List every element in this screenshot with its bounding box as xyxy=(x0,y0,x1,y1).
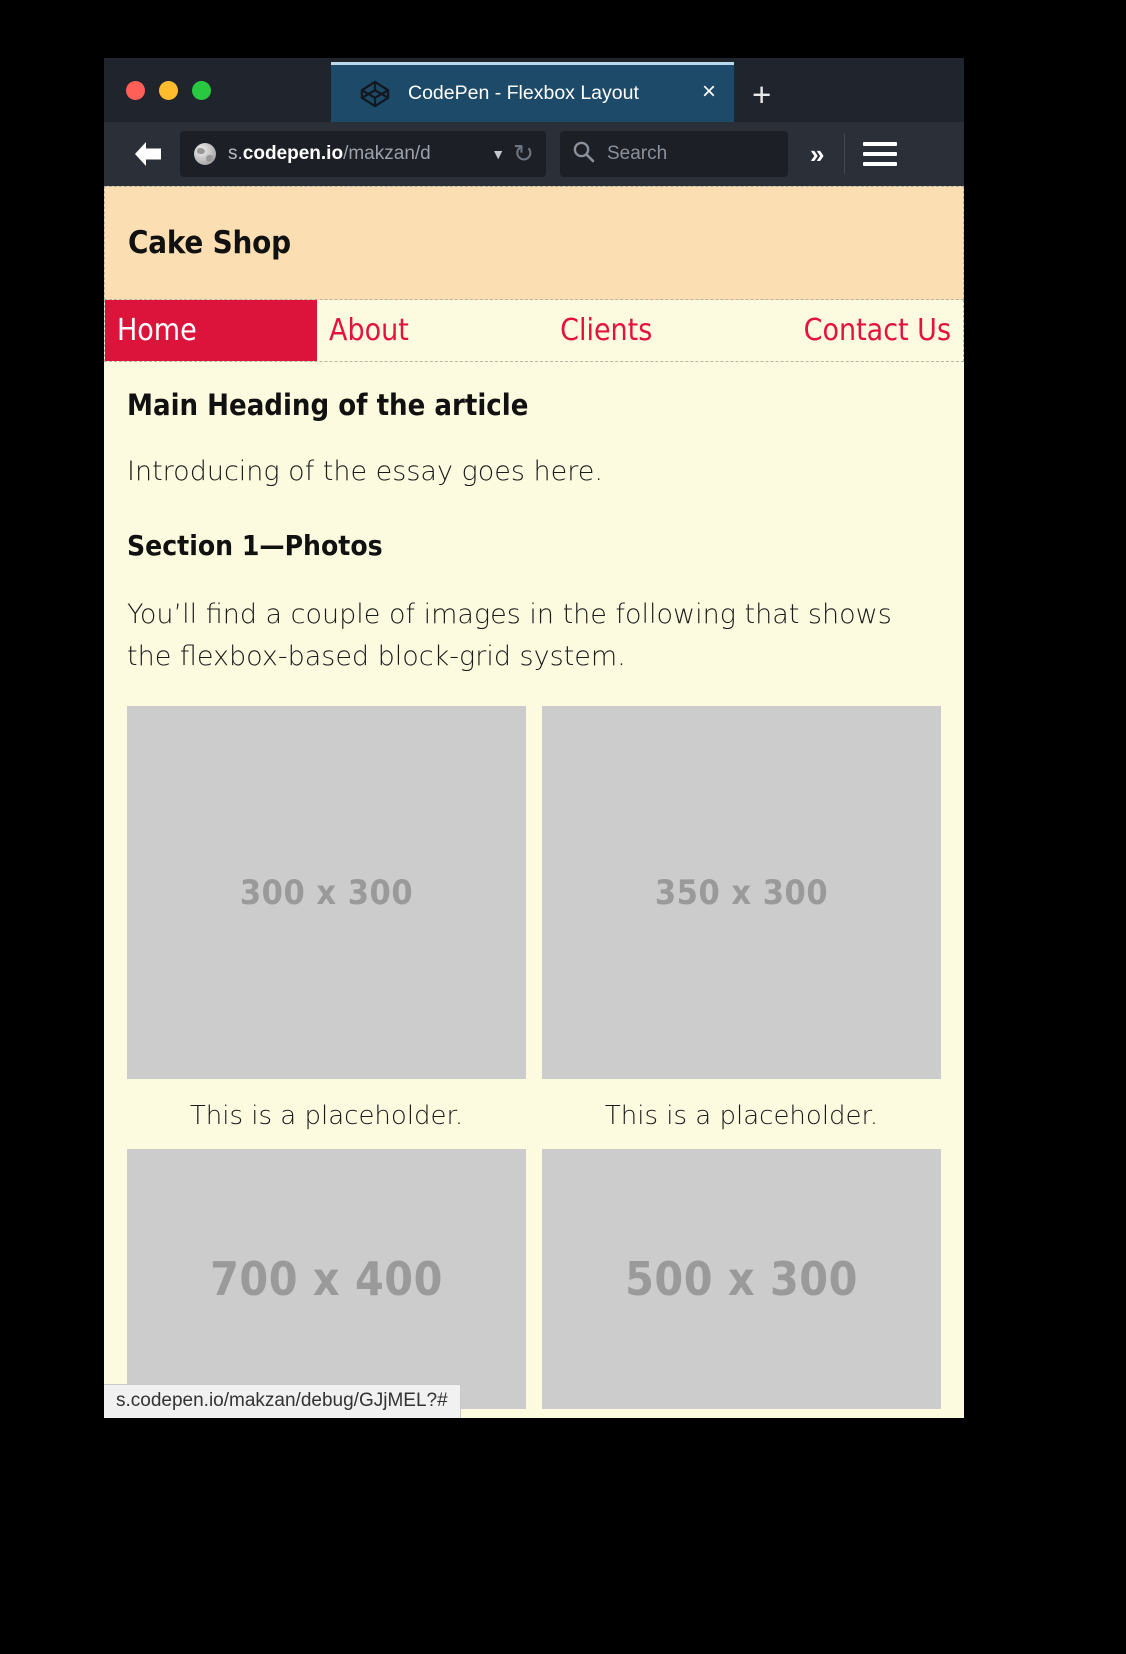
photo-placeholder[interactable]: 350 x 300 xyxy=(542,706,941,1080)
nav-item-home[interactable]: Home xyxy=(105,300,317,361)
browser-window: CodePen - Flexbox Layout × + s.codepen.i… xyxy=(104,58,964,1418)
window-close-button[interactable] xyxy=(126,80,145,100)
photo-cell: 500 x 300 xyxy=(534,1149,949,1410)
address-bar-url: s.codepen.io/makzan/d xyxy=(228,143,487,165)
back-arrow-icon[interactable] xyxy=(122,131,174,177)
window-traffic-lights xyxy=(104,58,229,122)
nav-item-about[interactable]: About xyxy=(317,300,421,361)
hamburger-menu-icon[interactable] xyxy=(863,142,898,166)
site-navigation: Home About Clients Contact Us xyxy=(104,300,964,362)
url-path: /makzan/d xyxy=(343,143,431,164)
window-maximize-button[interactable] xyxy=(192,80,211,100)
status-bar-link-preview: s.codepen.io/makzan/debug/GJjMEL?# xyxy=(104,1384,461,1418)
photo-placeholder[interactable]: 500 x 300 xyxy=(542,1149,941,1410)
section-paragraph: You’ll find a couple of images in the fo… xyxy=(127,599,892,673)
section-heading: Section 1—Photos xyxy=(127,529,383,562)
toolbar-divider xyxy=(844,134,846,174)
chevron-down-icon[interactable]: ▼ xyxy=(491,146,505,162)
search-placeholder-text: Search xyxy=(607,143,668,164)
nav-item-clients[interactable]: Clients xyxy=(548,300,664,361)
nav-spacer xyxy=(664,300,791,361)
photo-placeholder[interactable]: 300 x 300 xyxy=(127,706,526,1080)
site-title: Cake Shop xyxy=(128,225,291,261)
photo-placeholder-label: 350 x 300 xyxy=(654,872,829,913)
browser-tab-title: CodePen - Flexbox Layout xyxy=(408,82,639,104)
window-minimize-button[interactable] xyxy=(159,80,178,100)
url-host: codepen.io xyxy=(242,143,344,164)
intro-paragraph: Introducing of the essay goes here. xyxy=(127,456,603,487)
new-tab-button[interactable]: + xyxy=(752,78,771,111)
photo-cell: 700 x 400 xyxy=(119,1149,534,1410)
codepen-logo-icon xyxy=(360,79,390,109)
search-input[interactable]: Search xyxy=(560,131,788,177)
reload-icon[interactable]: ↻ xyxy=(513,141,536,167)
hamburger-bar xyxy=(863,162,898,166)
article-content: Main Heading of the article Introducing … xyxy=(104,362,964,1410)
search-icon xyxy=(572,140,595,168)
photo-placeholder[interactable]: 700 x 400 xyxy=(127,1149,526,1410)
photo-caption: This is a placeholder. xyxy=(189,1101,464,1132)
photo-cell: 350 x 300 This is a placeholder. xyxy=(534,706,949,1149)
photo-placeholder-label: 500 x 300 xyxy=(625,1252,858,1307)
tab-close-icon[interactable]: × xyxy=(696,79,722,108)
tab-strip: CodePen - Flexbox Layout × + xyxy=(104,58,964,122)
globe-icon xyxy=(194,143,216,165)
photo-placeholder-label: 300 x 300 xyxy=(239,872,414,913)
site-header: Cake Shop xyxy=(104,186,964,300)
photo-placeholder-label: 700 x 400 xyxy=(210,1252,443,1307)
url-subdomain: s. xyxy=(228,143,243,164)
browser-tab-active[interactable]: CodePen - Flexbox Layout × xyxy=(331,62,734,122)
main-heading: Main Heading of the article xyxy=(127,388,529,422)
nav-spacer xyxy=(421,300,548,361)
hamburger-bar xyxy=(863,142,898,146)
photo-grid: 300 x 300 This is a placeholder. 350 x 3… xyxy=(119,706,949,1410)
browser-toolbar: s.codepen.io/makzan/d ▼ ↻ Search » xyxy=(104,122,964,186)
toolbar-overflow-icon[interactable]: » xyxy=(810,141,824,167)
photo-cell: 300 x 300 This is a placeholder. xyxy=(119,706,534,1149)
address-bar[interactable]: s.codepen.io/makzan/d ▼ ↻ xyxy=(180,131,546,177)
photo-caption: This is a placeholder. xyxy=(604,1101,879,1132)
page-viewport: Cake Shop Home About Clients Contact Us … xyxy=(104,186,964,1418)
nav-item-contact-us[interactable]: Contact Us xyxy=(792,300,963,361)
hamburger-bar xyxy=(863,152,898,156)
